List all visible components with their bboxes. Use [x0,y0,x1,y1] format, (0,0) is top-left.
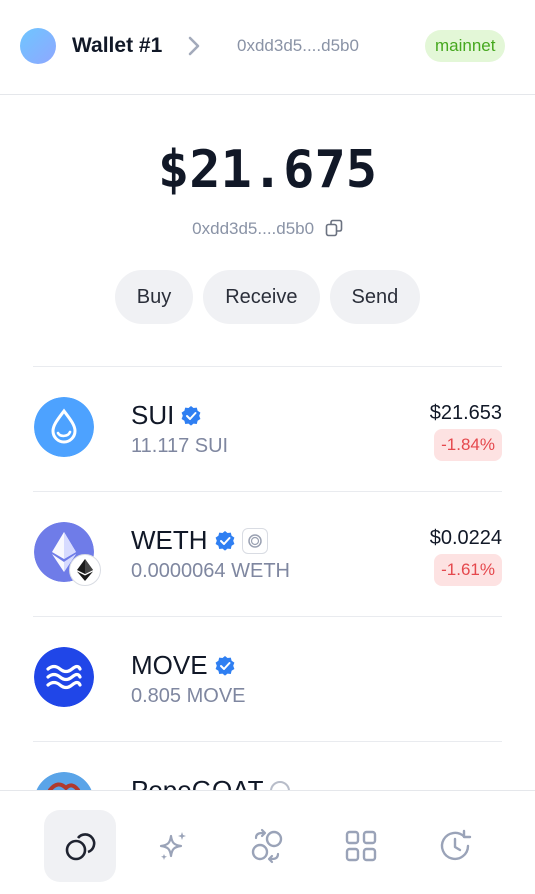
token-change: -1.61% [434,554,502,586]
sparkles-icon [159,832,186,860]
token-value: $21.653 [429,402,502,424]
token-name: WETH [131,525,208,555]
nav-swap[interactable] [231,810,303,882]
token-amount: 0.0000064 WETH [131,560,290,582]
receive-button[interactable]: Receive [203,270,320,324]
token-name-row: WETH [131,525,268,556]
token-row-move[interactable]: MOVE 0.805 MOVE [33,616,502,741]
copy-icon[interactable] [325,219,343,237]
verified-icon [215,530,234,551]
token-amount: 11.117 SUI [131,435,229,457]
token-row-sui[interactable]: SUI 11.117 SUI $21.653 -1.84% [33,366,502,491]
sui-icon [34,397,94,457]
balance-address-row[interactable]: 0xdd3d5....d5b0 [0,219,535,239]
bottom-nav [0,790,535,894]
chevron-right-icon[interactable] [182,34,206,58]
history-clock-icon [440,829,472,861]
verified-icon [215,655,234,676]
wallet-address[interactable]: 0xdd3d5....d5b0 [237,36,359,56]
buy-button[interactable]: Buy [114,270,194,324]
token-amount: 0.805 MOVE [131,685,246,707]
verified-icon [181,405,201,426]
swap-icon [251,828,283,864]
nav-history[interactable] [419,810,491,882]
wallet-name[interactable]: Wallet #1 [72,34,162,58]
move-icon [34,647,94,707]
ethereum-network-icon [69,554,101,586]
token-name-row: MOVE [131,650,236,681]
send-button[interactable]: Send [329,270,421,324]
balance-address: 0xdd3d5....d5b0 [192,219,315,238]
wormhole-badge-icon [241,527,268,554]
action-buttons: Buy Receive Send [0,270,535,324]
nav-discover[interactable] [137,810,209,882]
token-name: SUI [131,400,175,430]
token-name: MOVE [131,650,208,680]
token-change: -1.84% [434,429,502,461]
token-row-weth[interactable]: WETH 0.0000064 WETH $0.0224 -1.61% [33,491,502,616]
token-name-row: SUI [131,400,202,431]
nav-coins[interactable] [44,810,116,882]
network-badge[interactable]: mainnet [425,30,506,62]
nav-apps[interactable] [325,810,397,882]
header: Wallet #1 0xdd3d5....d5b0 mainnet [0,0,535,95]
wallet-avatar[interactable] [20,28,56,64]
coins-icon [65,833,96,861]
token-value: $0.0224 [429,527,502,549]
total-balance: $21.675 [157,140,378,200]
apps-grid-icon [345,830,377,862]
